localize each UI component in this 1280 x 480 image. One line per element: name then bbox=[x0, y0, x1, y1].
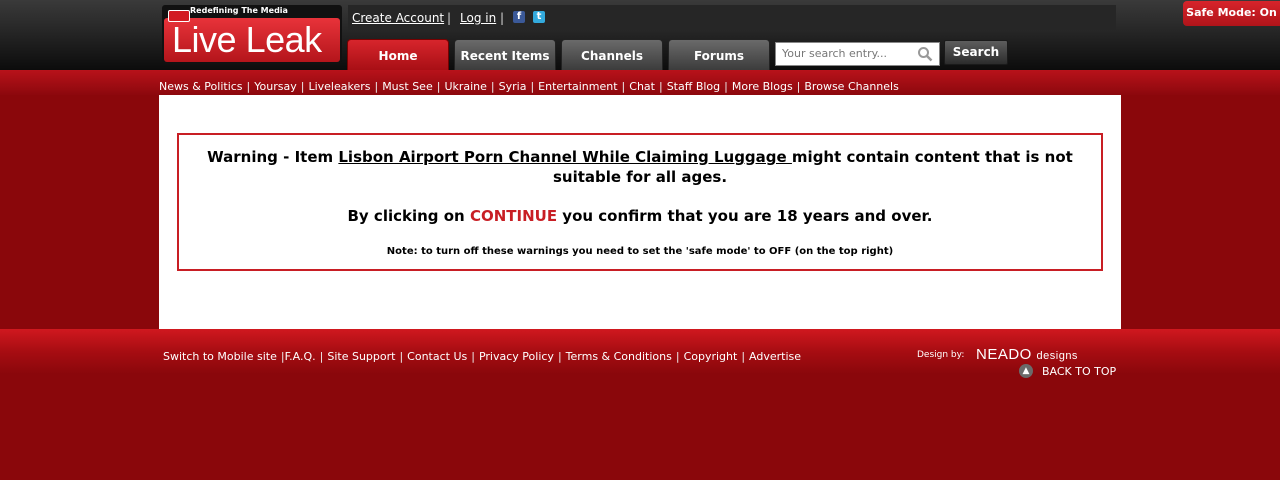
arrow-up-icon[interactable]: ▲ bbox=[1019, 364, 1033, 378]
separator: | bbox=[796, 80, 801, 93]
liveleak-logo[interactable]: Redefining The Media Live Leak bbox=[162, 5, 342, 64]
search-icon[interactable] bbox=[917, 46, 933, 62]
footer-link-advertise[interactable]: Advertise bbox=[749, 350, 801, 363]
logo-tagline: Redefining The Media bbox=[190, 6, 288, 15]
footer-link-mobile[interactable]: Switch to Mobile site bbox=[163, 350, 277, 363]
safe-mode-toggle[interactable]: Safe Mode: On bbox=[1183, 1, 1280, 26]
separator: | bbox=[471, 350, 475, 363]
warning-message: Warning - Item Lisbon Airport Porn Chann… bbox=[207, 148, 1073, 186]
tab-recent-items[interactable]: Recent Items bbox=[454, 39, 556, 70]
subnav-item-browse-channels[interactable]: Browse Channels bbox=[804, 80, 898, 93]
footer-link-privacy[interactable]: Privacy Policy bbox=[479, 350, 554, 363]
separator: | bbox=[530, 80, 535, 93]
subnav-item-chat[interactable]: Chat bbox=[629, 80, 655, 93]
neado-designs-logo[interactable]: NEADO designs bbox=[976, 346, 1078, 363]
footer-link-contact[interactable]: Contact Us bbox=[407, 350, 467, 363]
separator: | bbox=[500, 11, 505, 25]
separator: | bbox=[490, 80, 495, 93]
subnav-item-liveleakers[interactable]: Liveleakers bbox=[308, 80, 370, 93]
subnav: News & Politics | Yoursay | Liveleakers | Must… bbox=[159, 80, 899, 93]
main-content: Warning - Item Lisbon Airport Porn Chann… bbox=[159, 95, 1121, 329]
design-by-label: Design by: bbox=[917, 350, 965, 360]
facebook-icon[interactable]: f bbox=[513, 11, 525, 23]
separator: | bbox=[658, 80, 663, 93]
separator: | bbox=[399, 350, 404, 363]
logo-box: Live Leak bbox=[164, 10, 340, 62]
separator: | bbox=[621, 80, 626, 93]
subnav-item-ukraine[interactable]: Ukraine bbox=[444, 80, 486, 93]
subnav-item-staff-blog[interactable]: Staff Blog bbox=[667, 80, 720, 93]
subnav-item-more-blogs[interactable]: More Blogs bbox=[732, 80, 793, 93]
separator: | bbox=[557, 350, 562, 363]
separator: | bbox=[675, 350, 680, 363]
separator: | bbox=[319, 350, 324, 363]
tab-forums[interactable]: Forums bbox=[668, 39, 770, 70]
footer-link-site-support[interactable]: Site Support bbox=[327, 350, 395, 363]
continue-link[interactable]: CONTINUE bbox=[470, 207, 557, 225]
age-confirmation: By clicking on CONTINUE you confirm that… bbox=[347, 207, 933, 225]
separator: | bbox=[300, 80, 305, 93]
log-in-link[interactable]: Log in bbox=[460, 11, 496, 25]
subnav-item-syria[interactable]: Syria bbox=[499, 80, 527, 93]
subnav-item-news-politics[interactable]: News & Politics bbox=[159, 80, 243, 93]
separator: | bbox=[724, 80, 728, 93]
separator: | bbox=[436, 80, 441, 93]
twitter-icon[interactable]: t bbox=[533, 11, 545, 23]
footer-links: Switch to Mobile site |F.A.Q. | Site Suppor… bbox=[163, 350, 801, 363]
tab-home[interactable]: Home bbox=[347, 39, 449, 70]
separator: | bbox=[374, 80, 379, 93]
tab-channels[interactable]: Channels bbox=[561, 39, 663, 70]
search-input[interactable]: Your search entry... bbox=[775, 42, 940, 66]
footer-link-terms[interactable]: Terms & Conditions bbox=[566, 350, 672, 363]
separator: | bbox=[246, 80, 251, 93]
back-to-top-link[interactable]: BACK TO TOP bbox=[1042, 365, 1116, 378]
subnav-item-must-see[interactable]: Must See bbox=[382, 80, 433, 93]
logo-wordmark: Live Leak bbox=[172, 19, 322, 60]
separator: | bbox=[447, 11, 452, 25]
subnav-item-entertainment[interactable]: Entertainment bbox=[538, 80, 617, 93]
search-button[interactable]: Search bbox=[944, 40, 1008, 65]
separator: | bbox=[741, 350, 746, 363]
safe-mode-note: Note: to turn off these warnings you nee… bbox=[386, 246, 894, 257]
subnav-item-yoursay[interactable]: Yoursay bbox=[254, 80, 296, 93]
footer-link-copyright[interactable]: Copyright bbox=[684, 350, 738, 363]
warning-box: Warning - Item Lisbon Airport Porn Chann… bbox=[177, 133, 1103, 271]
account-bar: Create Account | Log in | f t bbox=[348, 5, 1116, 30]
footer-link-faq[interactable]: F.A.Q. bbox=[285, 350, 316, 363]
item-title-link[interactable]: Lisbon Airport Porn Channel While Claimi… bbox=[338, 148, 792, 166]
create-account-link[interactable]: Create Account bbox=[352, 11, 444, 25]
